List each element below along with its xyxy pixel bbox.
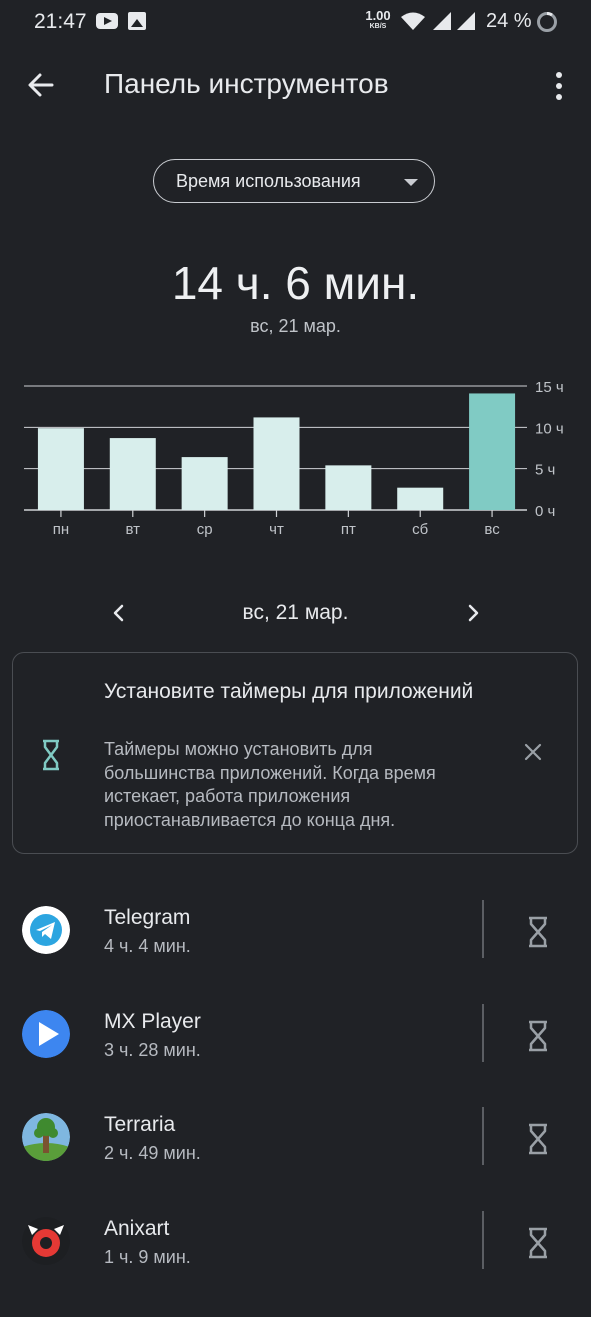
dismiss-card-button[interactable]: [518, 737, 548, 767]
divider: [482, 1211, 484, 1269]
app-timer-button[interactable]: [525, 1019, 551, 1053]
app-timer-button[interactable]: [525, 915, 551, 949]
close-icon: [524, 743, 542, 761]
app-name: MX Player: [104, 1010, 201, 1033]
chart-bar: [397, 487, 444, 510]
hourglass-icon: [43, 739, 59, 771]
hourglass-icon: [529, 916, 547, 948]
app-row-anixart[interactable]: Anixart 1 ч. 9 мин.: [0, 1211, 591, 1317]
terraria-icon: [22, 1113, 70, 1161]
app-timer-button[interactable]: [525, 1122, 551, 1156]
chart-x-tick-label: сб: [412, 521, 428, 538]
app-row-telegram[interactable]: Telegram 4 ч. 4 мин.: [0, 900, 591, 1006]
anixart-icon: [22, 1217, 70, 1265]
page-title: Панель инструментов: [104, 68, 389, 99]
metric-dropdown[interactable]: Время использования: [153, 159, 435, 203]
chart-x-tick-label: чт: [269, 521, 284, 538]
chart-x-tick-label: пн: [53, 521, 69, 538]
battery-level: 24 %: [486, 10, 532, 32]
chart-y-tick-label: 15 ч: [535, 379, 564, 396]
image-icon: [128, 12, 146, 30]
chart-y-tick-label: 10 ч: [535, 420, 564, 437]
app-timer-button[interactable]: [525, 1226, 551, 1260]
chart-x-tick-label: ср: [197, 521, 213, 538]
divider: [482, 1107, 484, 1165]
next-day-button[interactable]: [460, 598, 486, 628]
dropdown-arrow-icon: [404, 179, 418, 186]
chart-bar: [325, 465, 372, 510]
wifi-icon: [401, 12, 425, 30]
hourglass-icon: [529, 1020, 547, 1052]
app-usage-time: 2 ч. 49 мин.: [104, 1143, 201, 1163]
network-speed-unit: KB/S: [369, 23, 387, 30]
chart-y-tick-label: 0 ч: [535, 503, 555, 520]
chart-x-tick-label: вс: [484, 521, 500, 538]
divider: [482, 900, 484, 958]
chart-bar: [181, 457, 228, 510]
chart-bar: [37, 428, 84, 510]
card-title: Установите таймеры для приложений: [104, 680, 474, 703]
network-speed-value: 1.00: [365, 8, 391, 23]
app-name: Terraria: [104, 1113, 176, 1136]
hourglass-icon: [529, 1227, 547, 1259]
app-usage-time: 3 ч. 28 мин.: [104, 1040, 201, 1060]
more-options-button[interactable]: [546, 68, 572, 104]
arrow-back-icon: [28, 73, 54, 97]
usage-bar-chart: 0 ч 5 ч 10 ч 15 ч пн вт ср чт пт сб вс: [24, 379, 564, 538]
chart-bar: [253, 417, 300, 510]
card-description: Таймеры можно установить для большинства…: [104, 739, 436, 830]
mx-player-icon: [22, 1010, 70, 1058]
hourglass-icon: [529, 1123, 547, 1155]
divider: [482, 1004, 484, 1062]
selected-date: вс, 21 мар.: [242, 601, 349, 624]
chevron-right-icon: [468, 604, 479, 622]
app-row-mx-player[interactable]: MX Player 3 ч. 28 мин.: [0, 1004, 591, 1110]
metric-dropdown-label: Время использования: [176, 171, 361, 191]
signal-icon: [433, 12, 451, 30]
app-name: Telegram: [104, 906, 191, 929]
more-vert-icon: [556, 72, 562, 100]
status-time: 21:47: [34, 10, 87, 33]
app-usage-time: 4 ч. 4 мин.: [104, 936, 191, 956]
chart-bar: [109, 438, 156, 510]
network-speed: 1.00 KB/S: [362, 9, 394, 31]
chart-bar: [469, 393, 516, 510]
signal-icon: [457, 12, 475, 30]
chart-x-tick-label: пт: [341, 521, 356, 538]
app-usage-time: 1 ч. 9 мин.: [104, 1247, 191, 1267]
chart-y-tick-label: 5 ч: [535, 462, 555, 479]
back-button[interactable]: [22, 66, 60, 104]
total-usage-date: вс, 21 мар.: [250, 316, 341, 336]
telegram-icon: [22, 906, 70, 954]
chart-x-tick-label: вт: [126, 521, 141, 538]
app-row-terraria[interactable]: Terraria 2 ч. 49 мин.: [0, 1107, 591, 1213]
total-usage-time: 14 ч. 6 мин.: [171, 257, 420, 309]
youtube-icon: [96, 13, 118, 29]
battery-saver-icon: [537, 12, 557, 32]
app-name: Anixart: [104, 1217, 170, 1240]
